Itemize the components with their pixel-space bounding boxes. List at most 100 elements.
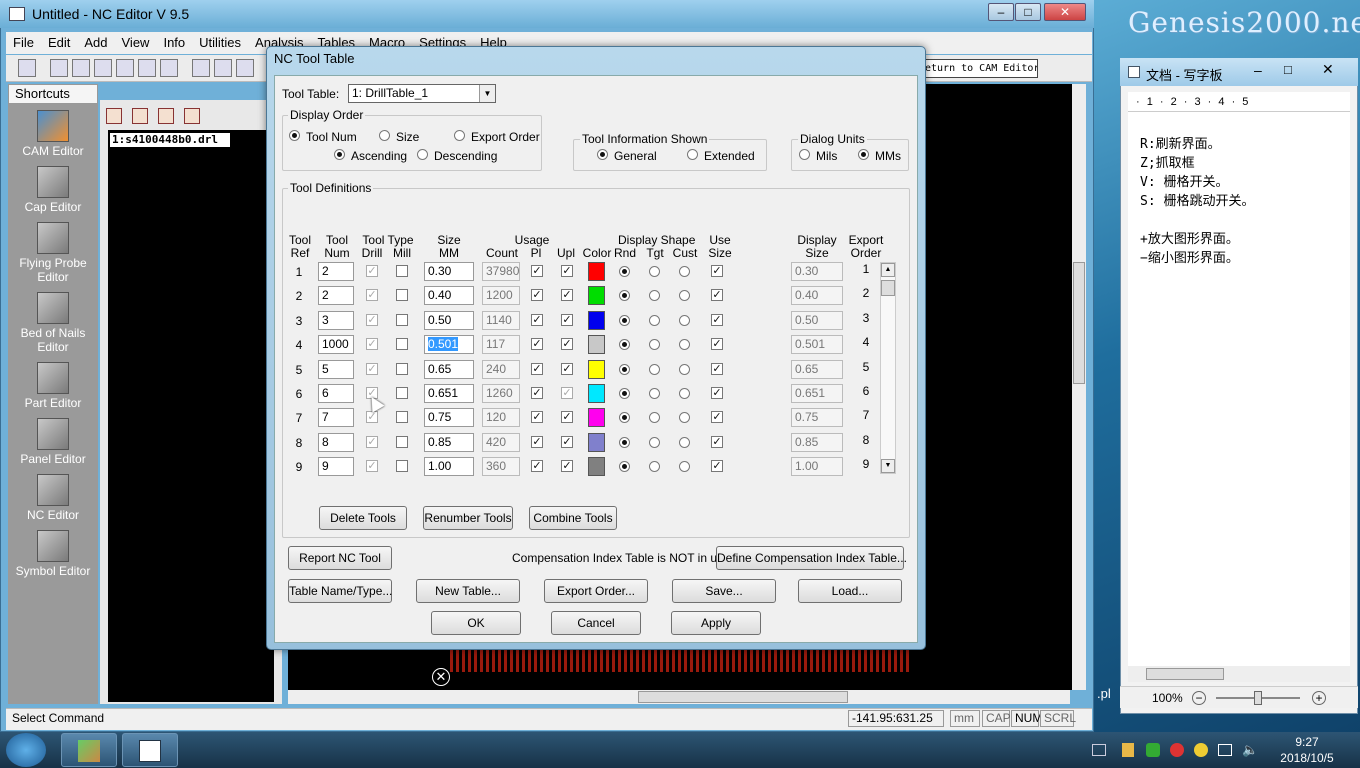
drill-checkbox[interactable]: ✓: [366, 265, 378, 277]
pl-checkbox[interactable]: ✓: [531, 338, 543, 350]
shortcut-bed-of-nails-editor[interactable]: Bed of Nails Editor: [8, 292, 98, 354]
shape-cust-radio[interactable]: [679, 339, 690, 350]
menu-add[interactable]: Add: [77, 32, 114, 54]
size-radio[interactable]: [379, 130, 390, 141]
mill-checkbox[interactable]: [396, 460, 408, 472]
shape-cust-radio[interactable]: [679, 290, 690, 301]
mils-radio[interactable]: [799, 149, 810, 160]
clock[interactable]: 9:27 2018/10/5: [1272, 734, 1342, 766]
drill-checkbox[interactable]: ✓: [366, 363, 378, 375]
shortcut-panel-editor[interactable]: Panel Editor: [8, 418, 98, 466]
delete-tools-button[interactable]: Delete Tools: [319, 506, 407, 530]
size-field[interactable]: 0.75: [424, 408, 474, 427]
tool-num-field[interactable]: 7: [318, 408, 354, 427]
report-nc-tool-button[interactable]: Report NC Tool: [288, 546, 392, 570]
chevron-down-icon[interactable]: ▼: [479, 85, 495, 102]
pl-checkbox[interactable]: ✓: [531, 314, 543, 326]
shape-cust-radio[interactable]: [679, 315, 690, 326]
drill-checkbox[interactable]: ✓: [366, 460, 378, 472]
zoom-in-icon[interactable]: [138, 59, 156, 77]
upl-checkbox[interactable]: ✓: [561, 265, 573, 277]
general-radio[interactable]: [597, 149, 608, 160]
keyboard-icon[interactable]: [1092, 744, 1106, 756]
shape-rnd-radio[interactable]: [619, 461, 630, 472]
shape-rnd-radio[interactable]: [619, 437, 630, 448]
size-field[interactable]: 0.501: [424, 335, 474, 354]
shape-tgt-radio[interactable]: [649, 461, 660, 472]
new-table-button[interactable]: New Table...: [416, 579, 520, 603]
qq-icon[interactable]: [1194, 743, 1208, 757]
vertical-scrollbar[interactable]: [1072, 84, 1086, 690]
network-icon[interactable]: [1218, 744, 1232, 756]
start-button[interactable]: [6, 733, 46, 767]
upl-checkbox[interactable]: ✓: [561, 436, 573, 448]
zoom-in-icon[interactable]: +: [1312, 691, 1326, 705]
drill-checkbox[interactable]: ✓: [366, 436, 378, 448]
use-size-checkbox[interactable]: ✓: [711, 436, 723, 448]
mill-checkbox[interactable]: [396, 436, 408, 448]
extended-radio[interactable]: [687, 149, 698, 160]
ascending-radio[interactable]: [334, 149, 345, 160]
tool-table-select[interactable]: 1: DrillTable_1: [348, 84, 496, 103]
layers-icon[interactable]: [158, 108, 174, 124]
wordpad-close-button[interactable]: ✕: [1322, 61, 1334, 78]
size-field[interactable]: 0.651: [424, 384, 474, 403]
pl-checkbox[interactable]: ✓: [531, 436, 543, 448]
shortcut-cap-editor[interactable]: Cap Editor: [8, 166, 98, 214]
mill-checkbox[interactable]: [396, 265, 408, 277]
maximize-button[interactable]: □: [1015, 3, 1041, 21]
shield-icon[interactable]: [1146, 743, 1160, 757]
pl-checkbox[interactable]: ✓: [531, 265, 543, 277]
shape-tgt-radio[interactable]: [649, 315, 660, 326]
add-layer-icon[interactable]: [132, 108, 148, 124]
tool-table-scroll-thumb[interactable]: [881, 280, 895, 296]
mill-checkbox[interactable]: [396, 363, 408, 375]
grid-icon[interactable]: [214, 59, 232, 77]
tool-num-field[interactable]: 5: [318, 360, 354, 379]
drill-checkbox[interactable]: ✓: [366, 338, 378, 350]
snap-icon[interactable]: [192, 59, 210, 77]
upl-checkbox[interactable]: ✓: [561, 411, 573, 423]
taskbar-wordpad[interactable]: [122, 733, 178, 767]
size-field[interactable]: 0.50: [424, 311, 474, 330]
save-button[interactable]: Save...: [672, 579, 776, 603]
use-size-checkbox[interactable]: ✓: [711, 363, 723, 375]
shape-cust-radio[interactable]: [679, 412, 690, 423]
menu-utilities[interactable]: Utilities: [192, 32, 248, 54]
tool-num-field[interactable]: 9: [318, 457, 354, 476]
wordpad-title-bar[interactable]: 文档 - 写字板 – □ ✕: [1120, 58, 1358, 86]
taskbar-nc-editor[interactable]: [61, 733, 117, 767]
pl-checkbox[interactable]: ✓: [531, 289, 543, 301]
minimize-button[interactable]: –: [988, 3, 1014, 21]
main-title-bar[interactable]: Untitled - NC Editor V 9.5 – □ ✕: [0, 0, 1094, 28]
upl-checkbox[interactable]: ✓: [561, 289, 573, 301]
cancel-button[interactable]: Cancel: [551, 611, 641, 635]
shape-rnd-radio[interactable]: [619, 412, 630, 423]
shape-rnd-radio[interactable]: [619, 315, 630, 326]
shortcut-symbol-editor[interactable]: Symbol Editor: [8, 530, 98, 578]
pl-checkbox[interactable]: ✓: [531, 363, 543, 375]
tool-num-field[interactable]: 8: [318, 433, 354, 452]
size-field[interactable]: 1.00: [424, 457, 474, 476]
use-size-checkbox[interactable]: ✓: [711, 338, 723, 350]
color-swatch[interactable]: [588, 408, 605, 427]
pl-checkbox[interactable]: ✓: [531, 411, 543, 423]
use-size-checkbox[interactable]: ✓: [711, 387, 723, 399]
use-size-checkbox[interactable]: ✓: [711, 289, 723, 301]
tool-num-field[interactable]: 2: [318, 262, 354, 281]
size-field[interactable]: 0.40: [424, 286, 474, 305]
return-to-cam-editor-button[interactable]: eturn to CAM Editor: [920, 59, 1038, 78]
shape-tgt-radio[interactable]: [649, 388, 660, 399]
wordpad-minimize-button[interactable]: –: [1254, 62, 1262, 78]
shortcut-part-editor[interactable]: Part Editor: [8, 362, 98, 410]
upl-checkbox[interactable]: ✓: [561, 363, 573, 375]
drill-checkbox[interactable]: ✓: [366, 314, 378, 326]
wordpad-horizontal-scrollbar[interactable]: [1128, 666, 1350, 682]
menu-file[interactable]: File: [6, 32, 41, 54]
zoom-out-icon[interactable]: −: [1192, 691, 1206, 705]
size-field[interactable]: 0.85: [424, 433, 474, 452]
user-icon[interactable]: [1122, 743, 1134, 757]
zoom-out-icon[interactable]: [160, 59, 178, 77]
tool-num-radio[interactable]: [289, 130, 300, 141]
combine-tools-button[interactable]: Combine Tools: [529, 506, 617, 530]
